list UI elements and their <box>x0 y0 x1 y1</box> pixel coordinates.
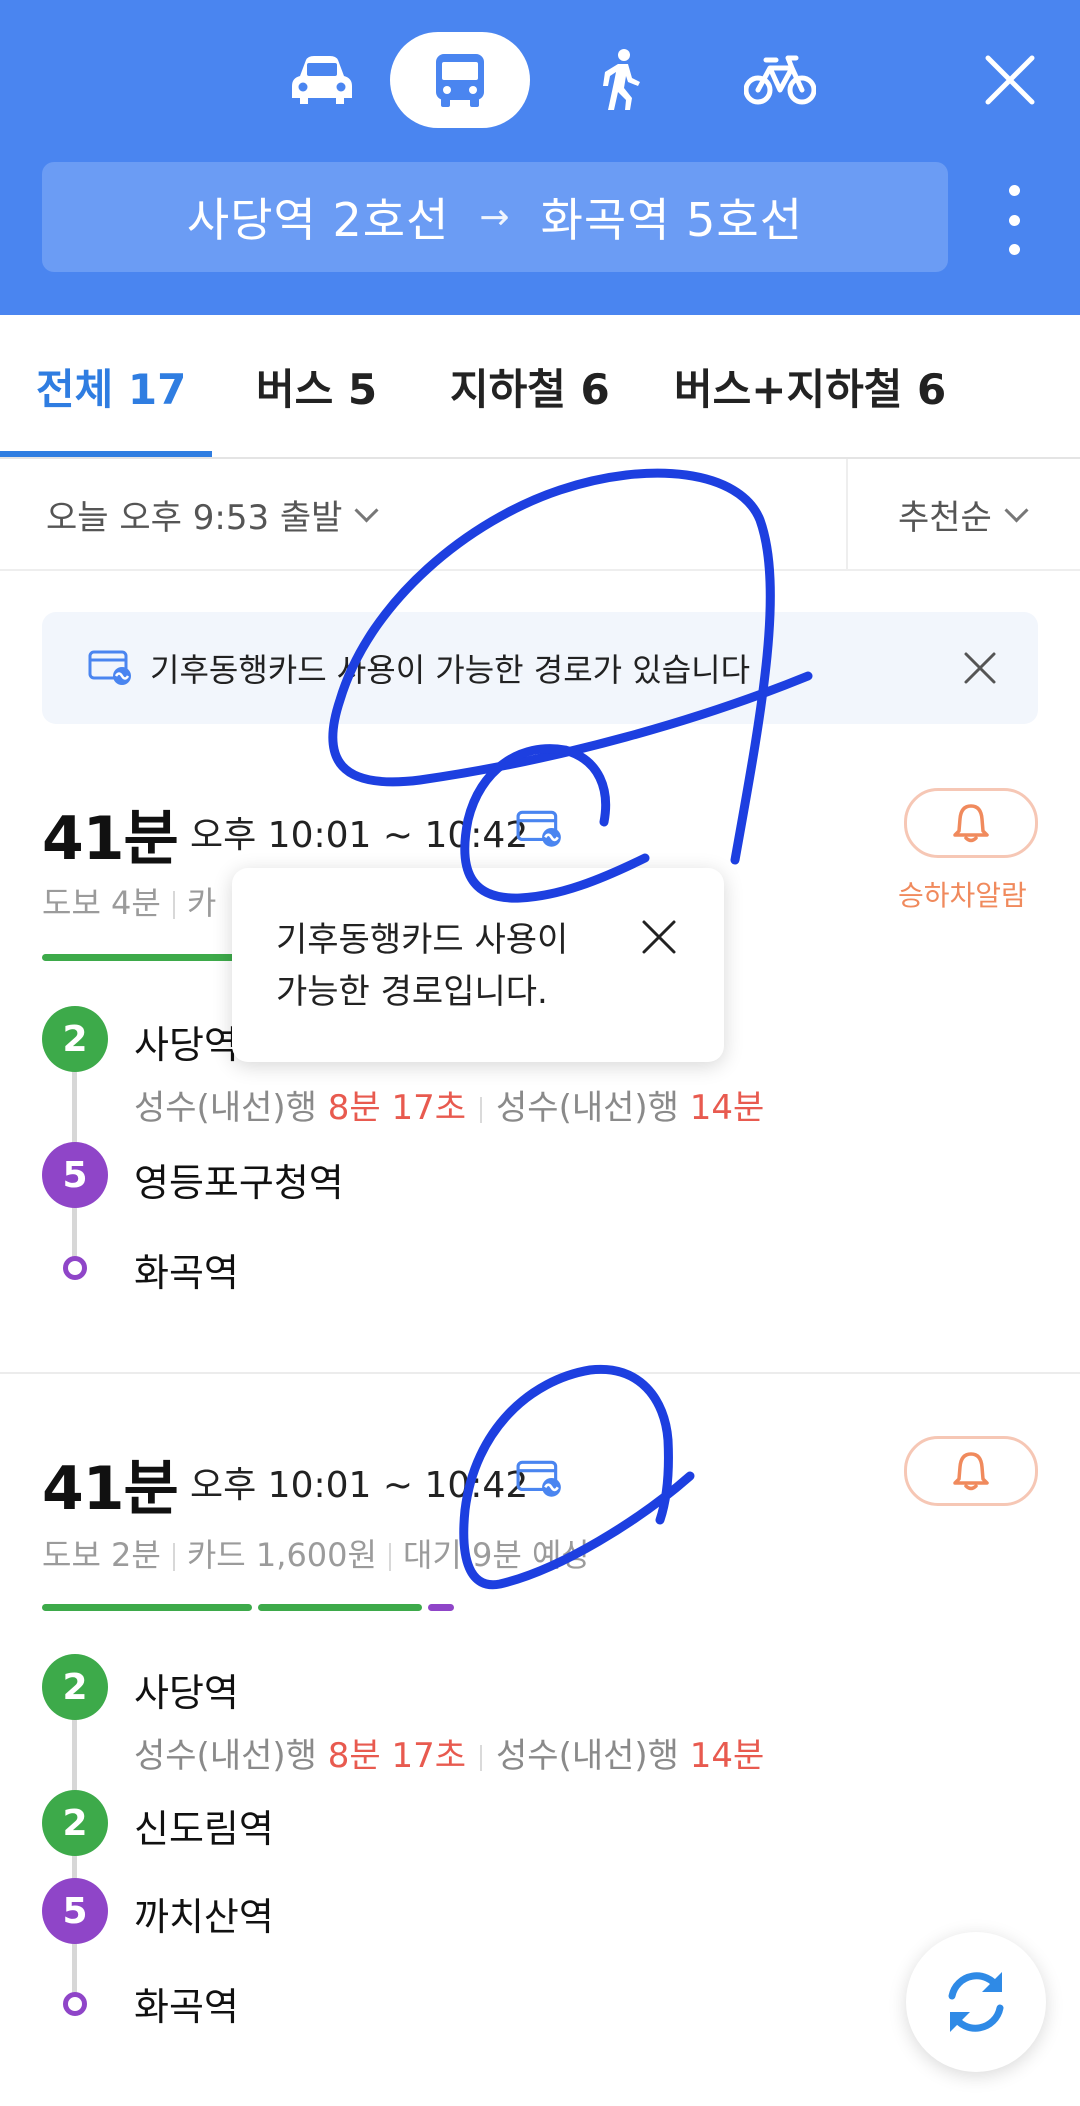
tooltip-line: 가능한 경로입니다. <box>276 972 548 1012</box>
route-progress-segment <box>258 1604 422 1611</box>
station-name: 화곡역 <box>134 1985 239 2029</box>
route-meta: 도보 2분 카드 1,600원 대기 9분 예상 <box>42 1530 591 1576</box>
route-from: 사당역 2호선 <box>186 193 450 247</box>
arrival-destination: 성수(내선)행 <box>496 1736 679 1776</box>
close-icon[interactable] <box>962 650 998 686</box>
route-progress-segment <box>428 1604 454 1611</box>
destination-dot <box>63 1256 87 1280</box>
climate-card-icon[interactable] <box>516 1458 564 1500</box>
route-time-range: 오후 10:01 ~ 10:42 <box>190 1465 529 1506</box>
fare: 카드 1,600원 <box>186 1536 377 1574</box>
arrival-destination: 성수(내선)행 <box>134 1736 317 1776</box>
route-progress-segment <box>42 1604 252 1611</box>
walk-icon <box>603 49 640 110</box>
route-to: 화곡역 5호선 <box>540 193 804 247</box>
line-5-badge: 5 <box>42 1142 108 1208</box>
tab-bus-subway[interactable]: 버스+지하철 6 <box>674 315 946 457</box>
arrival-info: 성수(내선)행 8분 17초 성수(내선)행 14분 <box>134 1080 764 1129</box>
arrival-time: 8분 17초 <box>327 1088 467 1128</box>
climate-card-icon <box>88 650 131 685</box>
station-name: 사당역 <box>134 1023 239 1067</box>
walk-time: 도보 4분 <box>42 884 161 922</box>
line-2-badge: 2 <box>42 1790 108 1856</box>
route-arrow: → <box>479 196 511 238</box>
bell-icon <box>953 1452 989 1491</box>
alarm-button[interactable] <box>904 788 1038 858</box>
departure-time-selector[interactable]: 오늘 오후 9:53 출발 <box>46 459 379 569</box>
close-icon[interactable] <box>980 50 1040 110</box>
mode-bike-button[interactable] <box>730 32 830 128</box>
station-name: 신도림역 <box>134 1807 274 1851</box>
tab-all[interactable]: 전체 17 <box>36 315 186 457</box>
alarm-label: 승하차알람 <box>898 879 1027 912</box>
active-tab-indicator <box>0 451 212 457</box>
tooltip-line: 기후동행카드 사용이 <box>276 920 569 960</box>
mode-walk-button[interactable] <box>570 32 670 128</box>
bell-icon <box>953 804 989 843</box>
mode-car-button[interactable] <box>262 32 382 128</box>
sort-label: 추천순 <box>898 497 992 538</box>
arrival-destination: 성수(내선)행 <box>496 1088 679 1128</box>
climate-card-notice[interactable]: 기후동행카드 사용이 가능한 경로가 있습니다 <box>42 612 1038 724</box>
climate-card-tooltip: 기후동행카드 사용이 가능한 경로입니다. <box>232 868 724 1062</box>
walk-time: 도보 2분 <box>42 1536 161 1574</box>
station-name: 사당역 <box>134 1671 239 1715</box>
route-duration: 41분 <box>42 1454 179 1524</box>
route-time-range: 오후 10:01 ~ 10:42 <box>190 815 529 856</box>
line-2-badge: 2 <box>42 1654 108 1720</box>
alarm-button[interactable] <box>904 1436 1038 1506</box>
destination-dot <box>63 1992 87 2016</box>
station-name: 영등포구청역 <box>134 1161 344 1205</box>
line-2-badge: 2 <box>42 1006 108 1072</box>
sort-selector[interactable]: 추천순 <box>898 459 1029 569</box>
route-meta: 도보 4분 카 <box>42 878 216 924</box>
mode-bus-button[interactable] <box>390 32 530 128</box>
tooltip-text: 기후동행카드 사용이 가능한 경로입니다. <box>276 914 616 1018</box>
filter-row: 오늘 오후 9:53 출발 추천순 <box>0 459 1080 571</box>
bus-icon <box>436 54 484 107</box>
arrival-destination: 성수(내선)행 <box>134 1088 317 1128</box>
station-name: 까치산역 <box>134 1895 274 1939</box>
arrival-time: 14분 <box>689 1736 765 1776</box>
tab-subway[interactable]: 지하철 6 <box>450 315 610 457</box>
refresh-icon <box>948 1972 1004 2032</box>
car-icon <box>292 56 352 104</box>
more-options-icon[interactable] <box>996 185 1032 255</box>
route-divider <box>0 1372 1080 1374</box>
chevron-down-icon <box>1004 497 1029 523</box>
wait-time: 대기 9분 예상 <box>402 1536 591 1574</box>
station-name: 화곡역 <box>134 1251 239 1295</box>
filter-divider <box>846 459 848 569</box>
notice-text: 기후동행카드 사용이 가능한 경로가 있습니다 <box>150 651 751 689</box>
route-duration: 41분 <box>42 804 179 874</box>
chevron-down-icon <box>354 497 379 523</box>
fare-partial: 카 <box>186 884 217 922</box>
arrival-info: 성수(내선)행 8분 17초 성수(내선)행 14분 <box>134 1728 764 1777</box>
route-type-tabs: 전체 17 버스 5 지하철 6 버스+지하철 6 <box>0 315 1080 459</box>
tab-bus[interactable]: 버스 5 <box>256 315 377 457</box>
header: 사당역 2호선 → 화곡역 5호선 <box>0 0 1080 315</box>
climate-card-icon[interactable] <box>516 808 564 850</box>
arrival-time: 14분 <box>689 1088 765 1128</box>
close-icon[interactable] <box>640 918 678 956</box>
departure-time-label: 오늘 오후 9:53 출발 <box>46 497 343 538</box>
bike-icon <box>744 55 816 105</box>
route-summary[interactable]: 사당역 2호선 → 화곡역 5호선 <box>42 162 948 272</box>
line-5-badge: 5 <box>42 1878 108 1944</box>
arrival-time: 8분 17초 <box>327 1736 467 1776</box>
refresh-button[interactable] <box>906 1932 1046 2072</box>
